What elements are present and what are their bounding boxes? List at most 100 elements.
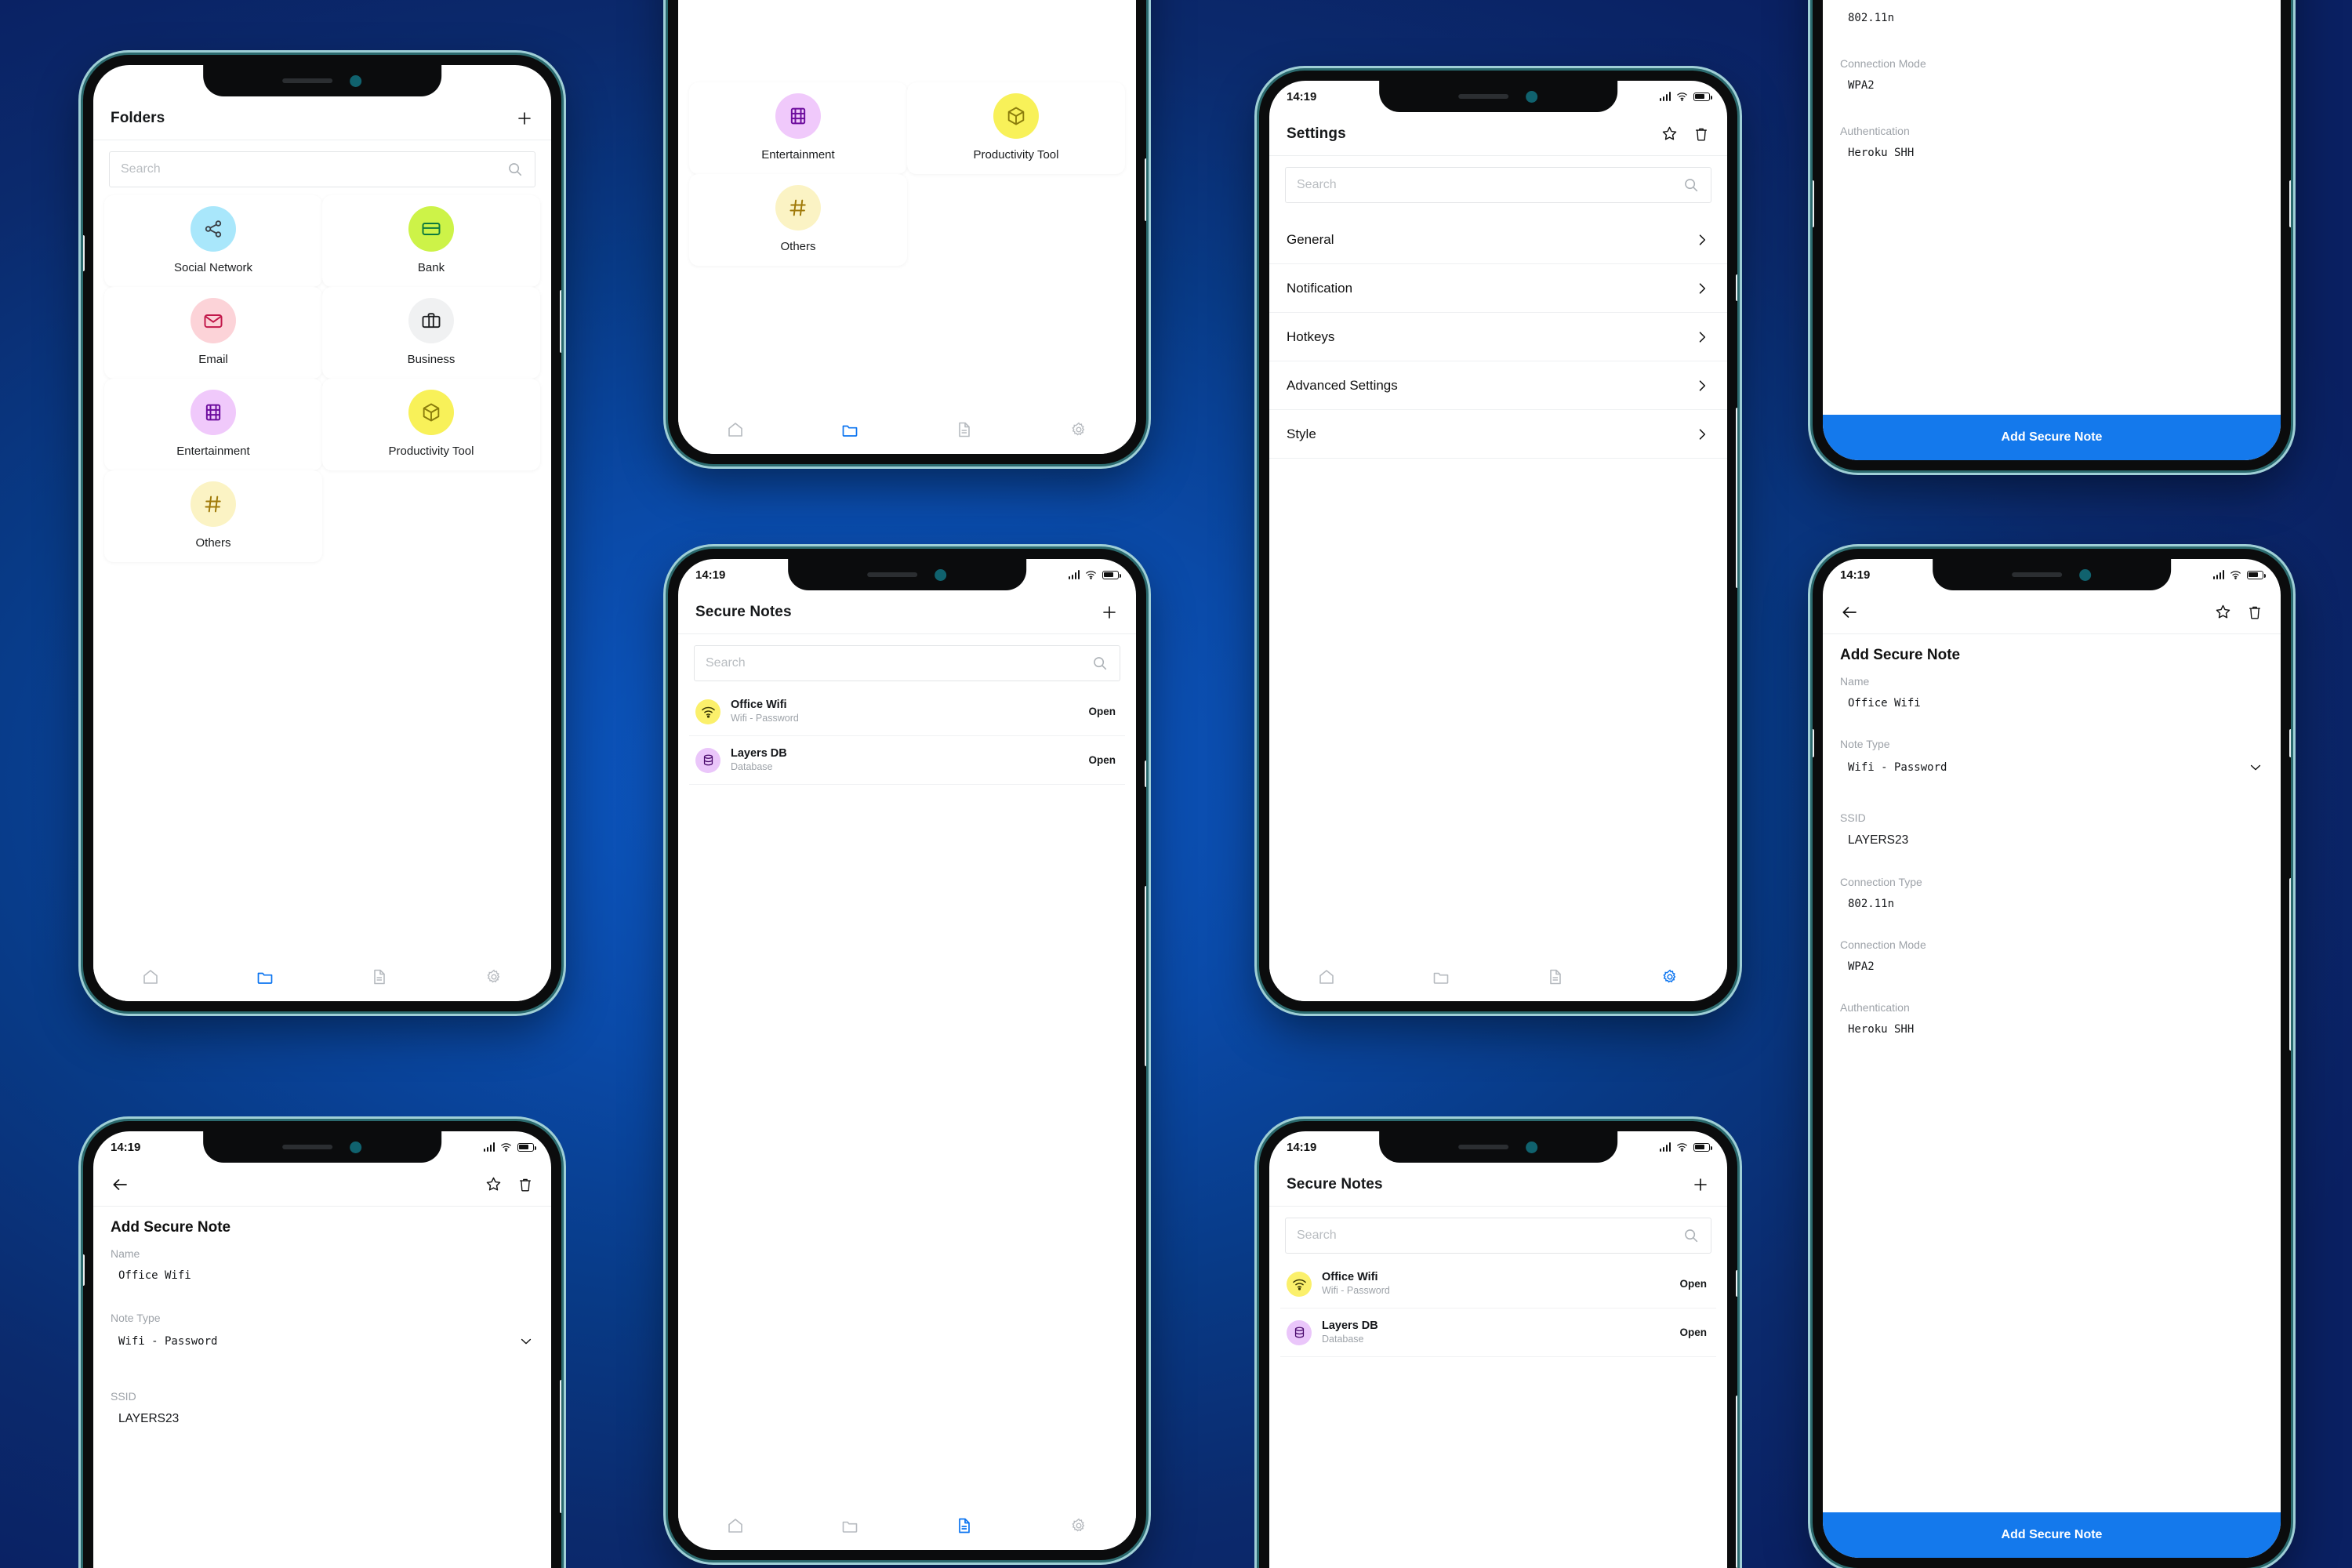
settings-row-style[interactable]: Style — [1269, 410, 1727, 459]
open-button[interactable]: Open — [1088, 706, 1119, 717]
document-icon — [1546, 967, 1565, 986]
tab-home[interactable] — [678, 420, 793, 439]
add-secure-note-button[interactable]: Add Secure Note — [1823, 1512, 2281, 1558]
list-item[interactable]: Office Wifi Wifi - Password Open — [689, 688, 1125, 736]
screen-add-note-partial: 802.11n Connection Mode WPA2 Authenticat… — [1823, 0, 2281, 460]
arrow-left-icon[interactable] — [1840, 603, 1859, 622]
search-input[interactable]: Search — [694, 645, 1120, 681]
folder-card-others[interactable]: Others — [104, 470, 322, 562]
settings-row-label: Style — [1287, 426, 1316, 441]
settings-row-general[interactable]: General — [1269, 216, 1727, 264]
field-value-connection-mode[interactable]: WPA2 — [1840, 79, 2263, 92]
list-item[interactable]: Office Wifi Wifi - Password Open — [1280, 1260, 1716, 1308]
notch — [1379, 81, 1617, 112]
field-value-name[interactable]: Office Wifi — [1840, 697, 2263, 710]
list-item-subtitle: Wifi - Password — [1322, 1285, 1390, 1297]
field-value-name[interactable]: Office Wifi — [111, 1269, 534, 1282]
signal-bars-icon — [1659, 1142, 1671, 1152]
tab-notes[interactable] — [322, 967, 437, 986]
open-button[interactable]: Open — [1088, 754, 1119, 766]
plus-icon[interactable] — [1100, 603, 1119, 622]
tab-settings[interactable] — [1022, 421, 1136, 438]
note-type-select[interactable]: Wifi - Password — [111, 1334, 534, 1349]
tab-notes[interactable] — [907, 420, 1022, 439]
front-camera — [2079, 568, 2092, 581]
list-item-subtitle: Wifi - Password — [731, 713, 799, 724]
plus-icon[interactable] — [515, 109, 534, 128]
folder-card-entertainment[interactable]: Entertainment — [689, 82, 907, 174]
battery-icon — [517, 1142, 536, 1152]
notes-app-bar: Secure Notes — [678, 590, 1136, 634]
folder-card-entertainment[interactable]: Entertainment — [104, 379, 322, 470]
tab-notes[interactable] — [1498, 967, 1613, 986]
list-item-title: Office Wifi — [1322, 1271, 1378, 1283]
tab-folders[interactable] — [793, 420, 907, 439]
search-placeholder: Search — [121, 162, 161, 176]
gear-icon — [1070, 1517, 1087, 1534]
tab-folders[interactable] — [1384, 967, 1498, 986]
field-value-connection-mode[interactable]: WPA2 — [1840, 960, 2263, 973]
search-input[interactable]: Search — [109, 151, 535, 187]
list-item[interactable]: Layers DB Database Open — [1280, 1308, 1716, 1357]
folder-card-bank[interactable]: Bank — [322, 195, 540, 287]
tab-settings[interactable] — [1022, 1517, 1136, 1534]
chevron-right-icon — [1694, 232, 1710, 248]
tab-settings[interactable] — [1613, 968, 1727, 985]
folders-grid: Social Network Bank Email Business Enter… — [93, 187, 551, 570]
open-button[interactable]: Open — [1679, 1278, 1710, 1290]
open-button[interactable]: Open — [1679, 1327, 1710, 1338]
tab-notes[interactable] — [907, 1516, 1022, 1535]
earpiece-speaker — [1458, 1145, 1509, 1149]
search-input[interactable]: Search — [1285, 167, 1711, 203]
folder-card-productivity-tool[interactable]: Productivity Tool — [322, 379, 540, 470]
arrow-left-icon[interactable] — [111, 1175, 129, 1194]
search-placeholder: Search — [1297, 178, 1337, 191]
tab-folders[interactable] — [208, 967, 322, 986]
field-value-connection-type[interactable]: 802.11n — [1840, 12, 2263, 24]
trash-icon[interactable] — [517, 1176, 534, 1193]
tab-bar — [678, 1501, 1136, 1550]
plus-icon[interactable] — [1691, 1175, 1710, 1194]
field-value-ssid[interactable]: LAYERS23 — [111, 1412, 534, 1426]
tab-home[interactable] — [678, 1516, 793, 1535]
tab-bar — [678, 405, 1136, 454]
field-value-authentication[interactable]: Heroku SHH — [1840, 1023, 2263, 1036]
list-item[interactable]: Layers DB Database Open — [689, 736, 1125, 785]
field-value-connection-type[interactable]: 802.11n — [1840, 898, 2263, 910]
folder-icon — [840, 420, 859, 439]
folder-card-business[interactable]: Business — [322, 287, 540, 379]
field-value-ssid[interactable]: LAYERS23 — [1840, 833, 2263, 848]
add-secure-note-button[interactable]: Add Secure Note — [1823, 415, 2281, 460]
trash-icon[interactable] — [1693, 125, 1710, 143]
star-icon[interactable] — [485, 1175, 503, 1193]
folder-icon — [1432, 967, 1450, 986]
trash-icon[interactable] — [2246, 604, 2263, 621]
settings-row-hotkeys[interactable]: Hotkeys — [1269, 313, 1727, 361]
settings-row-advanced-settings[interactable]: Advanced Settings — [1269, 361, 1727, 410]
home-icon — [1317, 967, 1336, 986]
star-icon[interactable] — [2214, 603, 2232, 621]
notch — [203, 1131, 441, 1163]
tab-home[interactable] — [93, 967, 208, 986]
tab-folders[interactable] — [793, 1516, 907, 1535]
phone-secure-notes: 14:19 Secure Notes Search Office Wifi Wi… — [668, 549, 1146, 1560]
folder-card-others[interactable]: Others — [689, 174, 907, 266]
envelope-icon — [191, 298, 236, 343]
notes-app-bar: Secure Notes — [1269, 1163, 1727, 1207]
tab-home[interactable] — [1269, 967, 1384, 986]
star-icon[interactable] — [1661, 125, 1679, 143]
battery-icon — [1693, 92, 1712, 101]
field-value-authentication[interactable]: Heroku SHH — [1840, 147, 2263, 159]
folder-card-social-network[interactable]: Social Network — [104, 195, 322, 287]
folder-card-email[interactable]: Email — [104, 287, 322, 379]
field-label-name: Name — [1840, 675, 1870, 688]
phone-add-note: 14:19 Add Secure Note Name Office Wifi N… — [83, 1121, 561, 1568]
add-note-form: Add Secure Note Name Office Wifi Note Ty… — [1823, 634, 2281, 1036]
folder-card-productivity-tool[interactable]: Productivity Tool — [907, 82, 1125, 174]
tab-settings[interactable] — [437, 968, 551, 985]
search-input[interactable]: Search — [1285, 1218, 1711, 1254]
settings-row-notification[interactable]: Notification — [1269, 264, 1727, 313]
form-title: Add Secure Note — [111, 1219, 231, 1236]
note-type-select[interactable]: Wifi - Password — [1840, 760, 2263, 775]
wifi-icon — [1287, 1271, 1312, 1297]
